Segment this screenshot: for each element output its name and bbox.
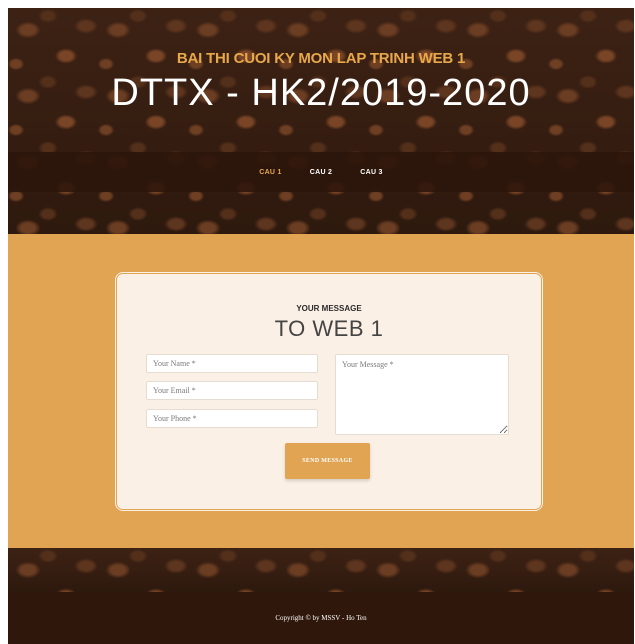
email-input[interactable] bbox=[146, 381, 318, 400]
bottom-bean-strip bbox=[8, 548, 634, 592]
footer: Copyright © by MSSV - Ho Ten bbox=[8, 592, 634, 644]
hero-subtitle: BAI THI CUOI KY MON LAP TRINH WEB 1 bbox=[176, 50, 466, 67]
contact-title: TO WEB 1 bbox=[274, 316, 384, 341]
name-input[interactable] bbox=[146, 354, 318, 373]
contact-subtitle: YOUR MESSAGE bbox=[296, 304, 362, 313]
hero-section: BAI THI CUOI KY MON LAP TRINH WEB 1 DTTX… bbox=[8, 8, 634, 234]
nav-link-cau-2[interactable]: CAU 2 bbox=[296, 169, 347, 176]
hero-title: DTTX - HK2/2019-2020 bbox=[111, 72, 531, 114]
contact-section: YOUR MESSAGE TO WEB 1 SEND MESSAGE bbox=[8, 234, 634, 548]
send-message-button[interactable]: SEND MESSAGE bbox=[285, 443, 370, 479]
phone-input[interactable] bbox=[146, 409, 318, 428]
message-textarea[interactable] bbox=[335, 354, 509, 435]
copyright-text: Copyright © by MSSV - Ho Ten bbox=[275, 614, 367, 622]
main-navbar: CAU 1 CAU 2 CAU 3 bbox=[8, 152, 634, 192]
page: BAI THI CUOI KY MON LAP TRINH WEB 1 DTTX… bbox=[8, 8, 634, 644]
nav-link-cau-3[interactable]: CAU 3 bbox=[346, 169, 397, 176]
contact-card: YOUR MESSAGE TO WEB 1 SEND MESSAGE bbox=[119, 276, 539, 507]
nav-link-cau-1[interactable]: CAU 1 bbox=[245, 169, 296, 176]
